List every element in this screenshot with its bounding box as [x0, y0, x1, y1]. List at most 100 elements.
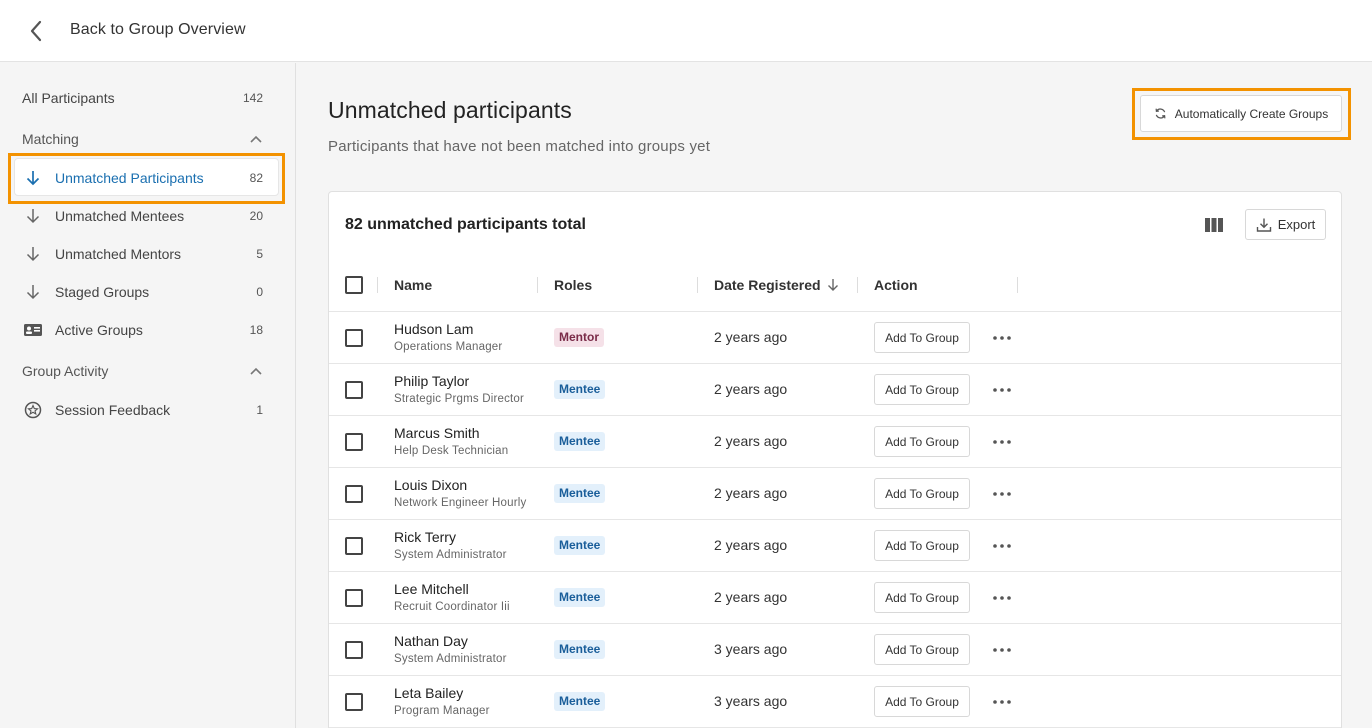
role-badge: Mentee — [554, 380, 606, 399]
arrow-down-icon — [22, 205, 44, 227]
participant-job-title: Program Manager — [394, 705, 490, 717]
add-to-group-button[interactable]: Add To Group — [874, 634, 970, 665]
add-to-group-button[interactable]: Add To Group — [874, 582, 970, 613]
more-options-icon[interactable] — [990, 484, 1014, 504]
sidebar-item-label: Active Groups — [55, 322, 143, 338]
column-header-name[interactable]: Name — [394, 277, 432, 293]
table-row[interactable]: Leta Bailey Program Manager Mentee 3 years … — [329, 676, 1341, 728]
top-bar: Back to Group Overview — [0, 0, 1372, 62]
chevron-up-icon — [249, 364, 263, 378]
role-badge: Mentee — [554, 692, 606, 711]
participant-job-title: Recruit Coordinator Iii — [394, 601, 510, 613]
date-registered: 2 years ago — [714, 537, 788, 553]
table-row[interactable]: Lee Mitchell Recruit Coordinator Iii Mente… — [329, 572, 1341, 624]
chevron-left-icon[interactable] — [24, 19, 48, 43]
more-options-icon[interactable] — [990, 536, 1014, 556]
column-divider — [697, 277, 698, 293]
table-row[interactable]: Louis Dixon Network Engineer Hourly Mentee… — [329, 468, 1341, 520]
sidebar-section-group-activity[interactable]: Group Activity — [22, 357, 272, 385]
download-icon — [1256, 217, 1272, 233]
sidebar-item-session-feedback[interactable]: Session Feedback 1 — [22, 391, 272, 429]
sidebar-item-active-groups[interactable]: Active Groups 18 — [22, 311, 272, 349]
export-button[interactable]: Export — [1245, 209, 1326, 240]
sidebar-item-count: 1 — [256, 403, 263, 417]
more-options-icon[interactable] — [990, 692, 1014, 712]
row-checkbox[interactable] — [345, 537, 363, 555]
button-label: Automatically Create Groups — [1174, 106, 1329, 121]
row-checkbox[interactable] — [345, 381, 363, 399]
column-divider — [1017, 277, 1018, 293]
date-registered: 3 years ago — [714, 641, 788, 657]
participant-name[interactable]: Rick Terry — [394, 529, 456, 545]
more-options-icon[interactable] — [990, 640, 1014, 660]
sidebar-item-label: Unmatched Mentees — [55, 208, 185, 224]
participant-job-title: Network Engineer Hourly — [394, 497, 527, 509]
participant-name[interactable]: Hudson Lam — [394, 321, 473, 337]
more-options-icon[interactable] — [990, 380, 1014, 400]
more-options-icon[interactable] — [990, 432, 1014, 452]
table-total-label: 82 unmatched participants total — [345, 216, 586, 233]
id-card-icon — [22, 319, 44, 341]
sidebar-section-matching[interactable]: Matching — [22, 125, 272, 153]
row-checkbox[interactable] — [345, 485, 363, 503]
feedback-icon — [22, 399, 44, 421]
add-to-group-button[interactable]: Add To Group — [874, 686, 970, 717]
sidebar-item-staged-groups[interactable]: Staged Groups 0 — [22, 273, 272, 311]
sidebar-item-count: 82 — [249, 171, 263, 185]
participant-name[interactable]: Lee Mitchell — [394, 581, 469, 597]
participant-job-title: Strategic Prgms Director — [394, 393, 525, 405]
add-to-group-button[interactable]: Add To Group — [874, 530, 970, 561]
add-to-group-button[interactable]: Add To Group — [874, 426, 970, 457]
sidebar-item-label: Unmatched Mentors — [55, 246, 182, 262]
role-badge: Mentor — [554, 328, 604, 347]
chevron-up-icon — [249, 132, 263, 146]
column-header-date-registered[interactable]: Date Registered — [714, 277, 839, 295]
column-header-roles[interactable]: Roles — [554, 277, 592, 293]
date-registered: 2 years ago — [714, 329, 788, 345]
row-checkbox[interactable] — [345, 329, 363, 347]
participant-name[interactable]: Nathan Day — [394, 633, 468, 649]
date-registered: 2 years ago — [714, 589, 788, 605]
participant-job-title: System Administrator — [394, 653, 507, 665]
add-to-group-button[interactable]: Add To Group — [874, 478, 970, 509]
sidebar-item-count: 0 — [256, 285, 263, 299]
participant-name[interactable]: Louis Dixon — [394, 477, 467, 493]
table-row[interactable]: Philip Taylor Strategic Prgms Director Men… — [329, 364, 1341, 416]
sidebar-item-all-participants[interactable]: All Participants 142 — [22, 79, 272, 117]
arrow-down-icon — [22, 243, 44, 265]
sidebar-item-unmatched-mentors[interactable]: Unmatched Mentors 5 — [22, 235, 272, 273]
more-options-icon[interactable] — [990, 588, 1014, 608]
automatically-create-groups-button[interactable]: Automatically Create Groups — [1140, 95, 1342, 132]
sidebar-item-label: Session Feedback — [55, 402, 171, 418]
add-to-group-button[interactable]: Add To Group — [874, 374, 970, 405]
table-row[interactable]: Hudson Lam Operations Manager Mentor 2 year… — [329, 312, 1341, 364]
participant-name[interactable]: Marcus Smith — [394, 425, 480, 441]
table-row[interactable]: Rick Terry System Administrator Mentee 2 ye… — [329, 520, 1341, 572]
select-all-checkbox[interactable] — [345, 276, 363, 294]
table-row[interactable]: Nathan Day System Administrator Mentee 3 ye… — [329, 624, 1341, 676]
sidebar-item-unmatched-participants[interactable]: Unmatched Participants 82 — [22, 159, 272, 197]
add-to-group-button[interactable]: Add To Group — [874, 322, 970, 353]
participant-name[interactable]: Philip Taylor — [394, 373, 469, 389]
columns-icon[interactable] — [1203, 214, 1225, 236]
refresh-icon — [1154, 107, 1167, 120]
row-checkbox[interactable] — [345, 589, 363, 607]
role-badge: Mentee — [554, 484, 606, 503]
more-options-icon[interactable] — [990, 328, 1014, 348]
table-row[interactable]: Marcus Smith Help Desk Technician Mentee 2 … — [329, 416, 1341, 468]
role-badge: Mentee — [554, 536, 606, 555]
date-registered: 2 years ago — [714, 433, 788, 449]
participants-table-card: 82 unmatched participants total Export N… — [328, 191, 1342, 728]
row-checkbox[interactable] — [345, 433, 363, 451]
participant-name[interactable]: Leta Bailey — [394, 685, 463, 701]
row-checkbox[interactable] — [345, 641, 363, 659]
arrow-down-icon — [22, 281, 44, 303]
sort-descending-icon — [827, 278, 839, 295]
date-registered: 2 years ago — [714, 485, 788, 501]
back-to-group-overview-link[interactable]: Back to Group Overview — [70, 21, 246, 39]
sidebar-item-unmatched-mentees[interactable]: Unmatched Mentees 20 — [22, 197, 272, 235]
role-badge: Mentee — [554, 640, 606, 659]
sidebar-item-label: Unmatched Participants — [55, 170, 204, 186]
row-checkbox[interactable] — [345, 693, 363, 711]
arrow-down-icon — [22, 167, 44, 189]
